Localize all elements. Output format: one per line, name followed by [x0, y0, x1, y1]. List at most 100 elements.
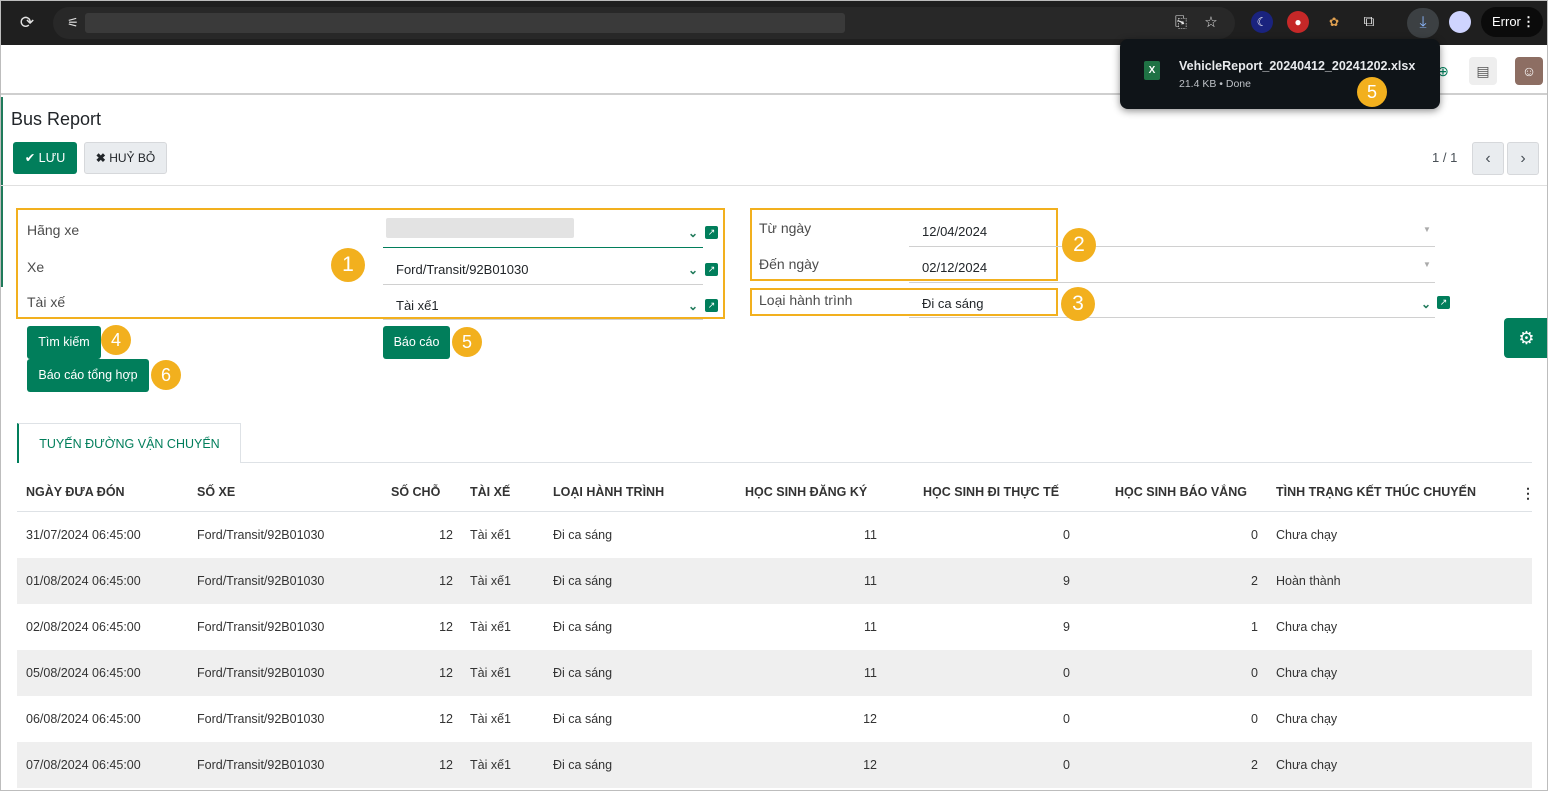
vehicle-field[interactable]: Ford/Transit/92B01030 — [396, 262, 528, 277]
table-cell: 0 — [1251, 712, 1258, 726]
table-cell: 12 — [439, 712, 453, 726]
table-cell: 9 — [1063, 620, 1070, 634]
column-header[interactable]: TÌNH TRẠNG KẾT THÚC CHUYẾN — [1276, 485, 1476, 499]
report-button[interactable]: Báo cáo — [383, 326, 450, 359]
trip-type-label: Loại hành trình — [759, 292, 853, 308]
tab-divider — [241, 462, 1532, 463]
column-options-icon[interactable]: ⋮ — [1521, 485, 1535, 502]
table-cell: 07/08/2024 06:45:00 — [26, 758, 141, 772]
table-row[interactable]: 07/08/2024 06:45:00 Ford/Transit/92B01030… — [17, 742, 1532, 788]
column-header[interactable]: HỌC SINH BÁO VẮNG — [1115, 485, 1247, 499]
routes-table: NGÀY ĐƯA ĐÓN SỐ XE SỐ CHỖ TÀI XẾ LOẠI HÀ… — [17, 471, 1535, 788]
table-cell: Tài xế1 — [470, 712, 511, 726]
table-cell: Chưa chạy — [1276, 712, 1338, 726]
table-cell: Ford/Transit/92B01030 — [197, 620, 325, 634]
pin-icon[interactable]: ● — [1287, 11, 1309, 33]
chevron-down-icon[interactable]: ⌄ — [688, 263, 698, 277]
table-cell: 0 — [1251, 528, 1258, 542]
table-cell: 0 — [1063, 712, 1070, 726]
table-cell: Đi ca sáng — [553, 712, 613, 726]
table-cell: 05/08/2024 06:45:00 — [26, 666, 141, 680]
download-meta: 21.4 KB • Done — [1179, 78, 1251, 90]
building-icon[interactable]: ▤ — [1469, 57, 1497, 85]
url-redacted — [85, 13, 845, 33]
table-cell: Đi ca sáng — [553, 666, 613, 680]
install-app-icon[interactable]: ⎘ — [1169, 11, 1193, 35]
crescent-icon[interactable]: ☾ — [1251, 11, 1273, 33]
table-cell: 2 — [1251, 574, 1258, 588]
column-header[interactable]: LOẠI HÀNH TRÌNH — [553, 485, 664, 499]
table-cell: Tài xế1 — [470, 620, 511, 634]
previous-record-button[interactable]: ‹ — [1472, 142, 1504, 175]
trip-type-underline — [909, 317, 1435, 318]
external-link-icon[interactable]: ↗ — [705, 263, 718, 276]
table-cell: 0 — [1251, 666, 1258, 680]
tab-transport-routes[interactable]: TUYẾN ĐƯỜNG VẬN CHUYỂN — [17, 423, 241, 463]
driver-field[interactable]: Tài xế1 — [396, 298, 439, 313]
table-cell: 01/08/2024 06:45:00 — [26, 574, 141, 588]
chevron-down-icon[interactable]: ⌄ — [1421, 297, 1431, 311]
table-cell: 9 — [1063, 574, 1070, 588]
to-date-field[interactable]: 02/12/2024 — [922, 260, 987, 275]
to-date-underline — [909, 282, 1435, 283]
table-cell: Chưa chạy — [1276, 620, 1338, 634]
table-row[interactable]: 06/08/2024 06:45:00 Ford/Transit/92B01030… — [17, 696, 1532, 742]
cookie-icon[interactable]: ✿ — [1323, 11, 1345, 33]
user-avatar[interactable]: ☺ — [1515, 57, 1543, 85]
step-badge-6: 6 — [151, 360, 181, 390]
download-filename[interactable]: VehicleReport_20240412_20241202.xlsx — [1179, 59, 1415, 73]
from-date-field[interactable]: 12/04/2024 — [922, 224, 987, 239]
bookmark-star-icon[interactable]: ☆ — [1199, 11, 1223, 35]
table-cell: 11 — [864, 574, 877, 588]
more-vert-icon: ⋮ — [1522, 14, 1535, 29]
external-link-icon[interactable]: ↗ — [705, 226, 718, 239]
table-row[interactable]: 05/08/2024 06:45:00 Ford/Transit/92B01030… — [17, 650, 1532, 696]
dropdown-triangle-icon[interactable]: ▼ — [1423, 260, 1431, 269]
brand-label: Hãng xe — [27, 222, 80, 238]
highlight-box-1 — [16, 208, 725, 319]
column-header[interactable]: NGÀY ĐƯA ĐÓN — [26, 485, 125, 499]
download-icon[interactable]: ⤓ — [1407, 8, 1439, 38]
external-link-icon[interactable]: ↗ — [1437, 296, 1450, 309]
table-cell: Ford/Transit/92B01030 — [197, 666, 325, 680]
table-cell: 12 — [439, 574, 453, 588]
summary-report-button[interactable]: Báo cáo tổng hợp — [27, 359, 149, 392]
table-cell: 12 — [863, 758, 877, 772]
table-cell: 0 — [1063, 528, 1070, 542]
column-header[interactable]: SỐ CHỖ — [391, 485, 440, 499]
table-row[interactable]: 31/07/2024 06:45:00 Ford/Transit/92B01030… — [17, 512, 1532, 558]
address-bar[interactable]: ⚟ ⎘ ☆ — [53, 7, 1235, 39]
error-label: Error — [1492, 14, 1521, 29]
column-header[interactable]: SỐ XE — [197, 485, 235, 499]
column-header[interactable]: HỌC SINH ĐĂNG KÝ — [745, 485, 867, 499]
table-cell: Ford/Transit/92B01030 — [197, 574, 325, 588]
chevron-down-icon[interactable]: ⌄ — [688, 226, 698, 240]
dropdown-triangle-icon[interactable]: ▼ — [1423, 225, 1431, 234]
settings-gear-icon[interactable]: ⚙ — [1504, 318, 1547, 358]
step-badge-4: 4 — [101, 325, 131, 355]
column-header[interactable]: TÀI XẾ — [470, 485, 510, 499]
driver-input-underline — [383, 319, 703, 320]
trip-type-field[interactable]: Đi ca sáng — [922, 296, 983, 311]
excel-file-icon: X — [1144, 61, 1160, 80]
external-link-icon[interactable]: ↗ — [705, 299, 718, 312]
error-menu-button[interactable]: Error ⋮ — [1481, 7, 1543, 37]
save-button[interactable]: ✔ LƯU — [13, 142, 77, 174]
next-record-button[interactable]: › — [1507, 142, 1539, 175]
table-cell: 31/07/2024 06:45:00 — [26, 528, 141, 542]
table-cell: 12 — [863, 712, 877, 726]
puzzle-icon[interactable]: ⧉ — [1358, 11, 1380, 33]
chevron-down-icon[interactable]: ⌄ — [688, 299, 698, 313]
column-header[interactable]: HỌC SINH ĐI THỰC TẾ — [923, 485, 1059, 499]
avatar[interactable] — [1449, 11, 1471, 33]
step-badge-2: 2 — [1062, 228, 1096, 262]
table-row[interactable]: 01/08/2024 06:45:00 Ford/Transit/92B01030… — [17, 558, 1532, 604]
site-info-icon[interactable]: ⚟ — [61, 11, 85, 35]
download-bubble[interactable]: X VehicleReport_20240412_20241202.xlsx 2… — [1120, 39, 1440, 109]
table-row[interactable]: 02/08/2024 06:45:00 Ford/Transit/92B01030… — [17, 604, 1532, 650]
search-button[interactable]: Tìm kiếm — [27, 326, 101, 359]
reload-icon[interactable]: ⟳ — [15, 11, 39, 35]
cancel-button[interactable]: ✖ HUỶ BỎ — [84, 142, 167, 174]
table-cell: Đi ca sáng — [553, 528, 613, 542]
table-cell: 11 — [864, 666, 877, 680]
